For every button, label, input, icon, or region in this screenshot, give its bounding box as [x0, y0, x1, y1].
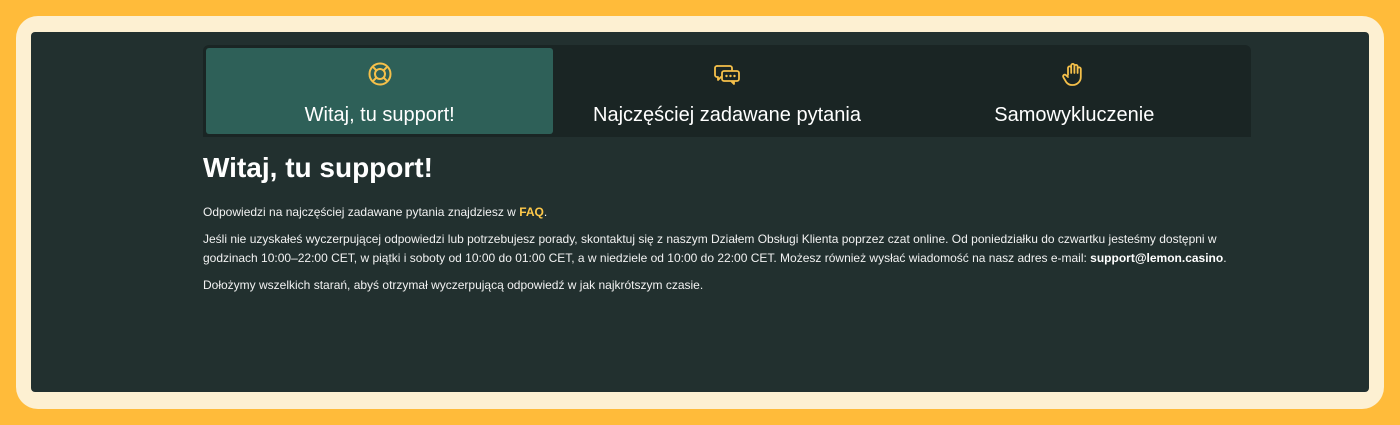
- contact-paragraph-text: Jeśli nie uzyskałeś wyczerpującej odpowi…: [203, 232, 1217, 265]
- support-content: Witaj, tu support! Najczęściej zadawane …: [203, 45, 1251, 303]
- closing-paragraph: Dołożymy wszelkich starań, abyś otrzymał…: [203, 278, 704, 292]
- tab-faq-label: Najczęściej zadawane pytania: [593, 104, 861, 126]
- tab-self-exclusion[interactable]: Samowykluczenie: [901, 48, 1248, 134]
- contact-paragraph-end: .: [1223, 251, 1227, 265]
- tab-support-label: Witaj, tu support!: [304, 104, 455, 126]
- page-title: Witaj, tu support!: [203, 152, 433, 183]
- faq-link[interactable]: FAQ: [519, 205, 544, 219]
- support-email[interactable]: support@lemon.casino: [1090, 251, 1223, 265]
- support-tabs: Witaj, tu support! Najczęściej zadawane …: [203, 45, 1251, 137]
- faq-paragraph: Odpowiedzi na najczęściej zadawane pytan…: [203, 203, 1251, 222]
- faq-paragraph-end: .: [543, 205, 548, 219]
- chat-bubbles-icon: [714, 65, 740, 85]
- tab-self-exclusion-label: Samowykluczenie: [994, 104, 1155, 126]
- support-body: Odpowiedzi na najczęściej zadawane pytan…: [203, 203, 1251, 295]
- lifebuoy-icon: [368, 62, 392, 86]
- contact-paragraph: Jeśli nie uzyskałeś wyczerpującej odpowi…: [203, 230, 1251, 268]
- tab-support[interactable]: Witaj, tu support!: [206, 48, 554, 134]
- tab-faq[interactable]: Najczęściej zadawane pytania: [553, 48, 900, 134]
- stop-hand-icon: [1062, 63, 1083, 86]
- faq-paragraph-text: Odpowiedzi na najczęściej zadawane pytan…: [203, 205, 520, 219]
